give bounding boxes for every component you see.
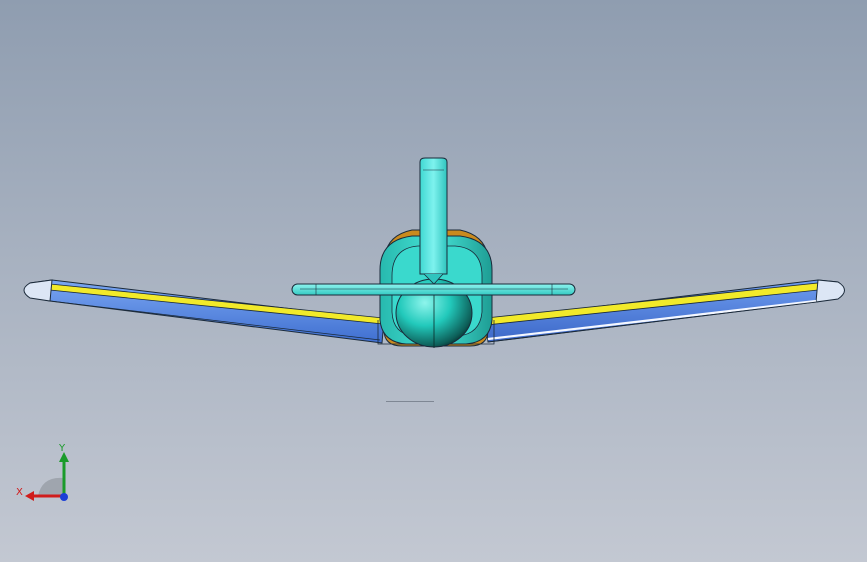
- ground-reference-line: [386, 401, 434, 402]
- vertical-stabilizer[interactable]: [419, 157, 448, 285]
- x-axis-label: X: [16, 487, 23, 498]
- graphics-viewport[interactable]: X Y: [0, 0, 867, 562]
- triad-axes-icon: [25, 452, 69, 501]
- airplane-model[interactable]: [0, 0, 867, 562]
- y-axis-label: Y: [59, 443, 66, 454]
- orientation-triad[interactable]: X Y: [12, 440, 76, 510]
- horizontal-stabilizer[interactable]: [291, 283, 576, 296]
